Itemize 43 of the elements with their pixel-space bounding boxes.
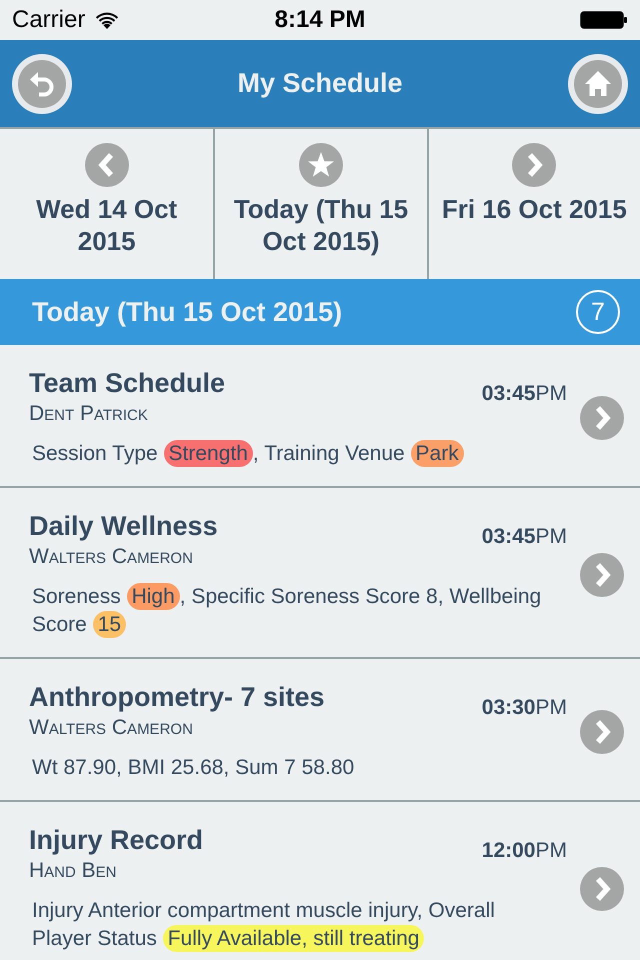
schedule-entry[interactable]: Anthropometry- 7 sites Walters Cameron 03:30PM Wt 87.90, BMI 25.68, Sum 7 58.80 xyxy=(0,659,640,802)
detail-text: Session Type xyxy=(32,442,159,465)
chevron-left-icon xyxy=(84,143,129,187)
person-name: Walters Cameron xyxy=(29,544,194,570)
person-name: Walters Cameron xyxy=(29,715,194,741)
wifi-icon xyxy=(95,11,120,29)
detail-text: Wt 87.90, BMI 25.68, Sum 7 58.80 xyxy=(32,756,354,779)
status-time: 8:14 PM xyxy=(274,6,366,34)
entry-title: Team Schedule xyxy=(29,367,226,399)
value-tag: Fully Available, still treating xyxy=(162,925,424,952)
value-tag: Strength xyxy=(164,440,253,467)
detail-text: , Specific Soreness Score 8, Wellbeing xyxy=(180,585,542,608)
value-tag: High xyxy=(126,583,180,610)
chevron-right-icon[interactable] xyxy=(580,396,624,440)
schedule-entry[interactable]: Injury Record Hand Ben 12:00PM Injury Anterior compartment muscle injury, Overall Player Status Fully Available, still treating xyxy=(0,802,640,960)
header-title: My Schedule xyxy=(236,68,404,99)
entry-time: 03:30PM xyxy=(482,695,567,721)
detail-text: , Training Venue xyxy=(252,442,406,465)
schedule-entry[interactable]: Daily Wellness Walters Cameron 03:45PM Soreness High , Specific Soreness Score 8, Wellbeing Score 15 xyxy=(0,488,640,659)
entry-title: Anthropometry- 7 sites xyxy=(29,681,326,713)
carrier-name: Carrier xyxy=(12,6,86,34)
home-icon xyxy=(574,60,622,108)
detail-text: Player Status xyxy=(32,927,158,950)
section-title: Today (Thu 15 Oct 2015) xyxy=(32,296,344,328)
chevron-right-icon[interactable] xyxy=(580,552,624,596)
detail-text: Soreness xyxy=(32,585,122,608)
detail-text: Injury Anterior compartment muscle injury, Overall xyxy=(32,899,495,922)
value-tag: 15 xyxy=(92,611,126,638)
entry-time: 03:45PM xyxy=(482,381,567,407)
schedule-entry[interactable]: Team Schedule Dent Patrick 03:45PM Session Type Strength , Training Venue Park xyxy=(0,345,640,488)
entry-time: 03:45PM xyxy=(482,524,567,550)
chevron-right-icon[interactable] xyxy=(580,866,624,910)
entry-title: Daily Wellness xyxy=(29,510,219,542)
person-name: Hand Ben xyxy=(29,858,118,884)
entry-title: Injury Record xyxy=(29,824,204,856)
person-name: Dent Patrick xyxy=(29,401,149,427)
battery-icon xyxy=(580,11,628,29)
chevron-right-icon[interactable] xyxy=(580,710,624,754)
count-badge: 7 xyxy=(576,290,620,334)
value-tag: Park xyxy=(410,440,464,467)
detail-text: Score xyxy=(32,613,88,636)
chevron-right-icon xyxy=(512,143,556,187)
entry-time: 12:00PM xyxy=(482,838,567,864)
